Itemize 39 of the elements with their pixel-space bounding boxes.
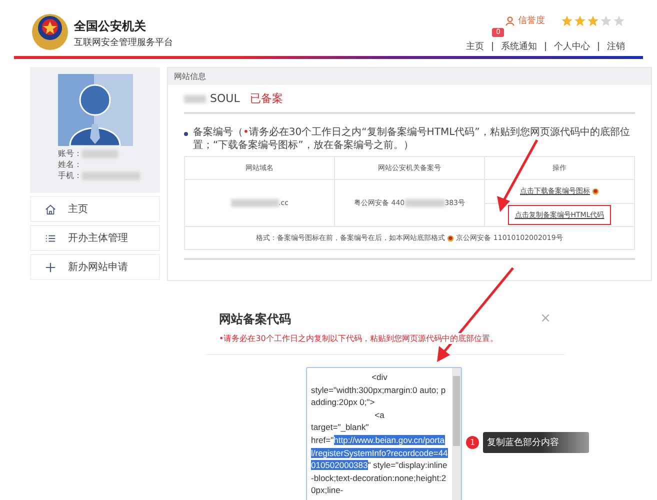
blurred-value [184,94,206,102]
emblem-icon [447,234,454,242]
reputation-label: 信誉度 [518,14,545,27]
nav-link[interactable]: 个人中心 [554,40,590,53]
emblem-icon [592,188,599,195]
field-label: 账号： [58,148,82,159]
bullet-icon [184,132,188,136]
menu-item[interactable]: 开办主体管理 [30,225,160,251]
dialog-title: 网站备案代码 [219,311,292,328]
notice-text: 备案编号（•请务必在30个工作日之内“复制备案编号HTML代码”，粘贴到您网页源代码中的底部位置；“下载备案编号图标”，放在备案编号之前。） [193,126,631,152]
star-icon [561,14,573,26]
site-name: SOUL [210,92,240,105]
status-label: 已备案 [250,91,283,106]
field-label: 姓名： [58,159,82,170]
star-icon [613,14,625,26]
nav-link[interactable]: 主页 [466,40,484,53]
panel-title: 网站信息 [174,72,206,81]
person-icon [505,16,515,26]
nav-link[interactable]: 注销 [607,40,625,53]
blurred-value [82,172,140,180]
blurred-value [230,199,279,207]
star-icon [600,14,612,26]
site-subtitle: 互联网安全管理服务平台 [74,36,173,48]
star-icon [574,14,586,26]
blurred-value [82,150,118,158]
nav-link[interactable]: 系统通知 [501,40,537,53]
menu-item[interactable]: 新办网站申请 [30,254,160,280]
field-label: 手机： [58,170,82,181]
blurred-value [404,199,445,207]
code-textarea[interactable]: <div style="width:300px;margin:0 auto; padding:20px 0;"> <a target="_blank" href="http://www.beian.gov.cn/portal/registerSystemInfo?recordcode=44010502000383" style="display:inline-block;text-decoration:none;height:20px;line- [306,367,462,500]
list-icon [45,232,56,244]
tooltip: 复制蓝色部分内容 [483,432,589,452]
plus-icon [45,262,56,272]
step-number-badge: 1 [466,436,479,448]
scrollbar[interactable] [452,368,461,500]
home-icon [45,204,56,214]
menu-item[interactable]: 主页 [30,196,160,222]
star-icon [587,14,599,26]
site-title: 全国公安机关 [74,18,147,34]
